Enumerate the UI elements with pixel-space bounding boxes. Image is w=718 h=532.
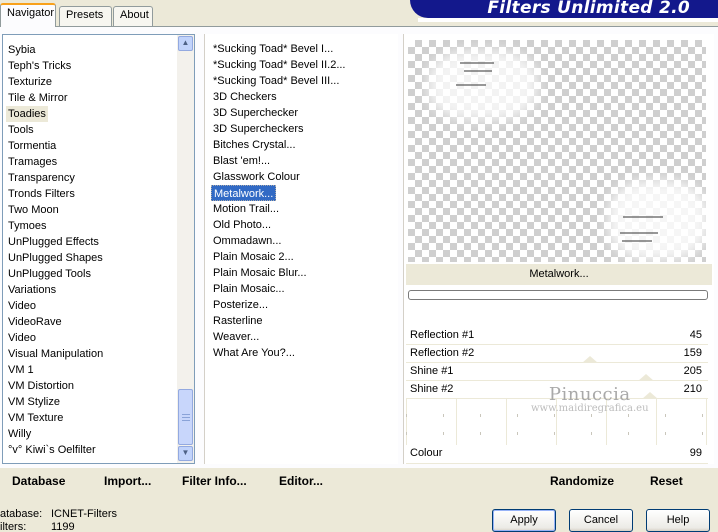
- category-item[interactable]: Tools: [6, 122, 36, 138]
- filter-item[interactable]: 3D Supercheckers: [211, 121, 306, 137]
- filter-item[interactable]: What Are You?...: [211, 345, 297, 361]
- category-item[interactable]: VM Texture: [6, 410, 65, 426]
- category-item[interactable]: UnPlugged Effects: [6, 234, 101, 250]
- param-shine-1[interactable]: Shine #1 205: [406, 363, 708, 381]
- category-item[interactable]: VideoRave: [6, 314, 64, 330]
- status-filters-label: ilters:: [0, 521, 27, 532]
- param-colour[interactable]: Colour 99: [406, 445, 708, 464]
- param-value: 45: [689, 329, 702, 341]
- category-item[interactable]: Video: [6, 330, 38, 346]
- filter-item[interactable]: 3D Checkers: [211, 89, 279, 105]
- category-item[interactable]: Tronds Filters: [6, 186, 77, 202]
- scroll-down-button[interactable]: ▼: [178, 446, 193, 461]
- watermark: Pinuccia www.maidiregrafica.eu: [531, 384, 649, 414]
- category-item[interactable]: UnPlugged Tools: [6, 266, 93, 282]
- filter-item[interactable]: Bitches Crystal...: [211, 137, 298, 153]
- param-value: 99: [689, 447, 702, 459]
- param-reflection-2[interactable]: Reflection #2 159: [406, 345, 708, 363]
- filter-item[interactable]: Blast 'em!...: [211, 153, 272, 169]
- param-label: Shine #1: [410, 365, 454, 377]
- randomize-button[interactable]: Randomize: [550, 474, 614, 488]
- progress-bar: [408, 290, 708, 300]
- editor-button[interactable]: Editor...: [279, 474, 323, 488]
- category-item[interactable]: Tymoes: [6, 218, 49, 234]
- filter-item[interactable]: Metalwork...: [211, 185, 277, 201]
- status-database: atabase: ICNET-Filters: [0, 508, 117, 520]
- category-item[interactable]: Willy: [6, 426, 33, 442]
- filter-item[interactable]: Rasterline: [211, 313, 265, 329]
- param-value: 159: [683, 347, 702, 359]
- main-panel: Sybia Teph's Tricks Texturize Tile & Mirror…: [0, 26, 718, 496]
- status-filters: ilters: 1199: [0, 521, 75, 532]
- toolbar: Database Import... Filter Info... Editor…: [0, 468, 718, 496]
- scroll-up-button[interactable]: ▲: [178, 36, 193, 51]
- filter-item[interactable]: Posterize...: [211, 297, 270, 313]
- preview-panel: Metalwork... Reflection #1 45 Reflection…: [403, 34, 714, 464]
- category-item[interactable]: Transparency: [6, 170, 77, 186]
- category-item[interactable]: VM Stylize: [6, 394, 62, 410]
- param-label: Colour: [410, 447, 443, 459]
- tab-navigator[interactable]: Navigator: [0, 3, 56, 27]
- filter-info-button[interactable]: Filter Info...: [182, 474, 247, 488]
- help-button[interactable]: Help: [646, 509, 710, 532]
- filter-item[interactable]: Plain Mosaic 2...: [211, 249, 296, 265]
- param-label: Reflection #1: [410, 329, 475, 341]
- apply-button[interactable]: Apply: [492, 509, 556, 532]
- status-database-label: atabase:: [0, 508, 43, 520]
- param-value: 210: [683, 383, 702, 395]
- category-list[interactable]: Sybia Teph's Tricks Texturize Tile & Mirror…: [2, 34, 195, 464]
- param-value: 205: [683, 365, 702, 377]
- app-banner: Filters Unlimited 2.0: [410, 0, 718, 18]
- tab-about[interactable]: About: [113, 6, 153, 26]
- category-item[interactable]: Visual Manipulation: [6, 346, 105, 362]
- category-item[interactable]: UnPlugged Shapes: [6, 250, 105, 266]
- filter-list[interactable]: *Sucking Toad* Bevel I... *Sucking Toad* …: [204, 34, 398, 464]
- param-empty-2: [406, 417, 708, 435]
- category-item[interactable]: Sybia: [6, 42, 38, 58]
- filter-item[interactable]: Plain Mosaic Blur...: [211, 265, 309, 281]
- filter-item[interactable]: *Sucking Toad* Bevel II.2...: [211, 57, 348, 73]
- tab-presets[interactable]: Presets: [59, 6, 112, 26]
- filter-item[interactable]: 3D Superchecker: [211, 105, 300, 121]
- filter-item[interactable]: Old Photo...: [211, 217, 273, 233]
- category-scrollbar[interactable]: ▲ ▼: [177, 35, 194, 463]
- status-database-value: ICNET-Filters: [51, 508, 117, 520]
- cancel-button[interactable]: Cancel: [569, 509, 633, 532]
- preview-image: [408, 40, 706, 262]
- status-filters-value: 1199: [51, 521, 75, 532]
- filter-item[interactable]: Ommadawn...: [211, 233, 283, 249]
- category-item[interactable]: VM 1: [6, 362, 36, 378]
- filter-item[interactable]: Motion Trail...: [211, 201, 281, 217]
- category-item[interactable]: VM Distortion: [6, 378, 76, 394]
- filter-item[interactable]: Weaver...: [211, 329, 261, 345]
- filter-title: Metalwork...: [406, 264, 712, 285]
- category-item[interactable]: Texturize: [6, 74, 54, 90]
- watermark-name: Pinuccia: [548, 384, 631, 405]
- category-item[interactable]: Two Moon: [6, 202, 61, 218]
- watermark-url: www.maidiregrafica.eu: [531, 403, 649, 414]
- category-item[interactable]: °v° Kiwi`s Oelfilter: [6, 442, 98, 458]
- category-item[interactable]: Video: [6, 298, 38, 314]
- filter-item[interactable]: *Sucking Toad* Bevel I...: [211, 41, 335, 57]
- top-bar: Navigator Presets About Filters Unlimite…: [0, 0, 718, 27]
- category-item[interactable]: Variations: [6, 282, 58, 298]
- category-item[interactable]: Tramages: [6, 154, 59, 170]
- param-label: Shine #2: [410, 383, 454, 395]
- param-reflection-1[interactable]: Reflection #1 45: [406, 327, 708, 345]
- filter-item[interactable]: *Sucking Toad* Bevel III...: [211, 73, 341, 89]
- database-button[interactable]: Database: [12, 474, 65, 488]
- banner-underline: [418, 18, 718, 22]
- scroll-thumb[interactable]: [178, 389, 193, 445]
- filter-item[interactable]: Plain Mosaic...: [211, 281, 287, 297]
- category-item[interactable]: Tormentia: [6, 138, 58, 154]
- filter-item[interactable]: Glasswork Colour: [211, 169, 302, 185]
- import-button[interactable]: Import...: [104, 474, 151, 488]
- category-item[interactable]: Teph's Tricks: [6, 58, 73, 74]
- category-item[interactable]: Tile & Mirror: [6, 90, 69, 106]
- param-label: Reflection #2: [410, 347, 475, 359]
- reset-button[interactable]: Reset: [650, 474, 683, 488]
- category-item[interactable]: Toadies: [6, 106, 48, 122]
